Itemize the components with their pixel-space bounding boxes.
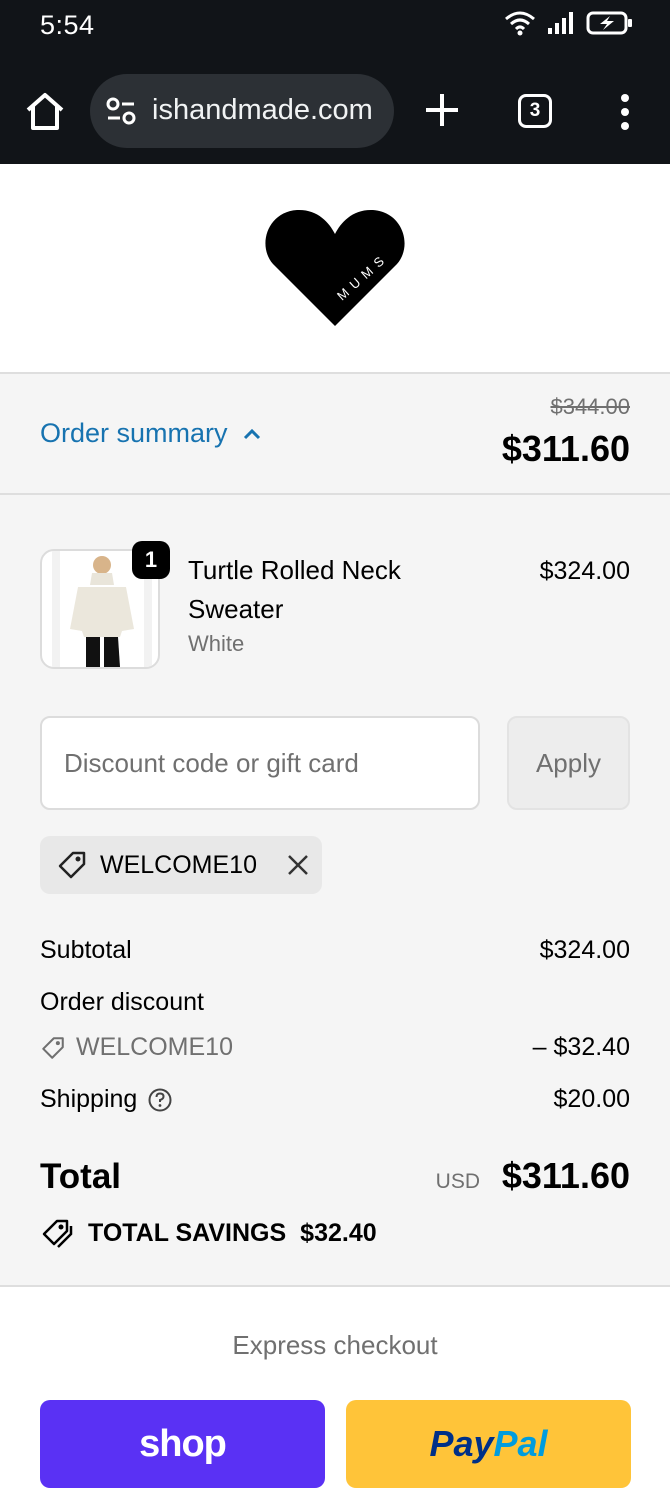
total-label: Total [40,1157,122,1196]
wifi-icon [505,11,535,36]
paypal-button[interactable]: Pay Pal [346,1400,631,1488]
savings-value: $32.40 [300,1218,377,1247]
shop-pay-button[interactable]: shop [40,1400,325,1488]
summary-total-price: $311.60 [501,428,630,469]
address-row: ishandmade.com 3 [0,74,670,150]
order-summary-toggle[interactable]: Order summary [40,418,262,449]
site-settings-icon[interactable] [104,96,138,126]
store-logo[interactable]: MUMS [265,204,405,328]
product-price: $324.00 [539,557,630,585]
remove-discount-icon[interactable] [285,852,311,878]
new-tab-icon[interactable] [420,88,464,132]
quantity-badge: 1 [132,541,170,579]
savings-tag-icon [42,1219,73,1248]
shop-pay-label: shop [139,1422,227,1465]
tab-switcher-button[interactable]: 3 [518,94,552,128]
order-summary-label: Order summary [40,418,228,448]
tag-icon [42,1036,64,1059]
applied-discount-code: WELCOME10 [100,850,257,879]
tag-icon [58,851,86,879]
more-menu-icon[interactable] [610,92,640,132]
discount-code-row: WELCOME10 – $32.40 [40,1033,630,1062]
paypal-label-pay: Pay [429,1423,494,1464]
discount-code-label: WELCOME10 [76,1033,233,1061]
order-discount-label: Order discount [40,988,204,1016]
product-variant: White [188,631,245,656]
order-discount-row: Order discount [40,988,630,1017]
battery-icon [586,11,632,35]
savings-label: TOTAL SAVINGS [88,1218,287,1247]
url-bar[interactable]: ishandmade.com [90,74,394,148]
store-header: MUMS [0,164,670,372]
paypal-label-pal: Pal [493,1423,548,1464]
shipping-label: Shipping [40,1085,138,1113]
url-text[interactable]: ishandmade.com [152,94,373,127]
express-checkout-label: Express checkout [232,1330,438,1360]
shipping-row: Shipping $20.00 [40,1085,630,1114]
total-savings: TOTAL SAVINGS $32.40 [40,1217,377,1249]
order-summary-bar[interactable]: Order summary $344.00 $311.60 [0,372,670,495]
browser-chrome: 5:54 ishandmade.com 3 [0,0,670,164]
status-time: 5:54 [40,10,95,40]
discount-value: – $32.40 [532,1033,630,1061]
status-icons [504,10,634,36]
signal-icon [548,12,573,34]
total-currency: USD [435,1170,480,1193]
apply-discount-button[interactable]: Apply [507,716,630,810]
subtotal-row: Subtotal $324.00 [40,936,630,965]
chevron-up-icon [243,428,260,439]
shipping-value: $20.00 [553,1085,630,1113]
subtotal-value: $324.00 [539,936,630,964]
order-summary-details: 1 Turtle Rolled Neck Sweater White $324.… [0,495,670,1287]
applied-discount-chip: WELCOME10 [40,836,322,894]
product-name: Turtle Rolled Neck Sweater [188,555,401,624]
line-item: 1 Turtle Rolled Neck Sweater White $324.… [40,541,630,671]
help-icon[interactable] [147,1087,173,1113]
original-price: $344.00 [550,394,630,419]
subtotal-label: Subtotal [40,936,132,964]
total-value: $311.60 [501,1155,630,1196]
home-icon[interactable] [22,88,68,134]
discount-code-input[interactable] [40,716,480,810]
